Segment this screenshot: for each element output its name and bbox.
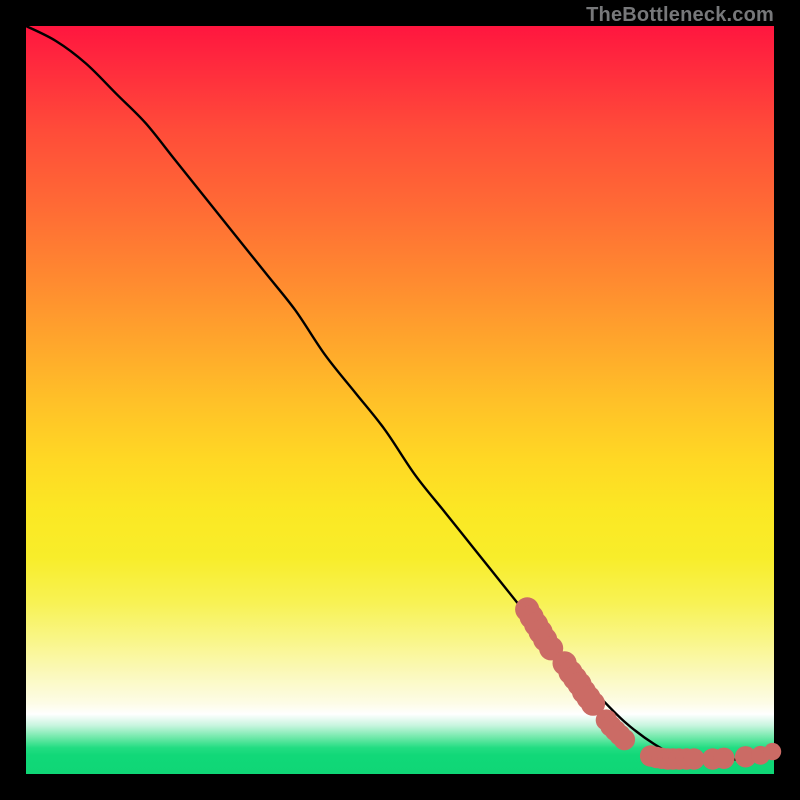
highlight-dot — [764, 743, 781, 760]
highlight-dots — [515, 597, 781, 769]
chart-frame: TheBottleneck.com — [0, 0, 800, 800]
chart-overlay-svg — [26, 26, 774, 774]
highlight-dot — [713, 748, 734, 769]
bottleneck-curve — [26, 26, 774, 760]
watermark-text: TheBottleneck.com — [586, 4, 774, 27]
highlight-dot — [683, 748, 704, 769]
highlight-dot — [614, 729, 635, 750]
